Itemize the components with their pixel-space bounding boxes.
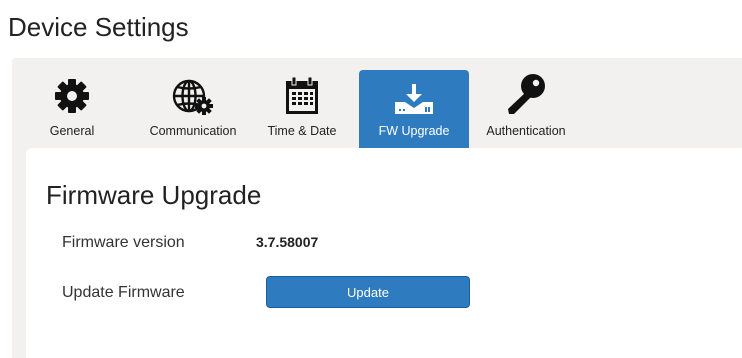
page-title: Device Settings: [8, 12, 189, 42]
tab-communication[interactable]: Communication: [140, 70, 246, 148]
section-title: Firmware Upgrade: [46, 180, 262, 210]
tab-label: General: [49, 124, 95, 138]
calendar-icon: [284, 74, 320, 116]
gear-icon: [52, 74, 92, 116]
tab-time-date[interactable]: Time & Date: [260, 70, 344, 148]
update-firmware-label: Update Firmware: [62, 284, 185, 301]
download-device-icon: [391, 74, 437, 116]
firmware-version-value: 3.7.58007: [256, 234, 319, 250]
tab-label: FW Upgrade: [378, 124, 450, 138]
globe-gear-icon: [171, 74, 215, 116]
firmware-version-label: Firmware version: [62, 234, 185, 251]
firmware-upgrade-panel: Firmware Upgrade Firmware version 3.7.58…: [26, 148, 742, 358]
tab-general[interactable]: General: [42, 70, 102, 148]
update-button[interactable]: Update: [266, 276, 470, 308]
tab-authentication[interactable]: Authentication: [478, 70, 574, 148]
tab-label: Authentication: [486, 124, 566, 138]
tab-label: Communication: [149, 124, 237, 138]
key-icon: [504, 74, 548, 116]
tab-label: Time & Date: [267, 124, 337, 138]
tab-fw-upgrade[interactable]: FW Upgrade: [359, 70, 469, 148]
